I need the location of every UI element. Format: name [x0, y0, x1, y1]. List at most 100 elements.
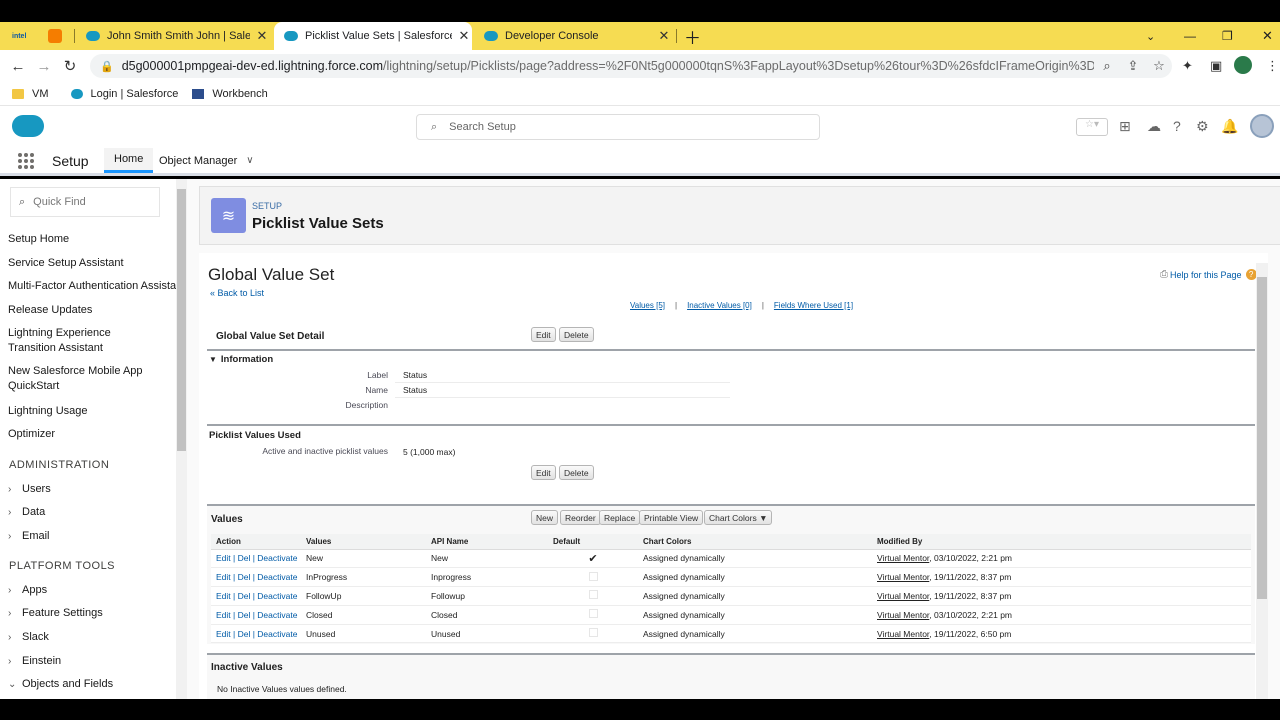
- sidebar-item-email[interactable]: › Email: [8, 529, 50, 544]
- chevron-down-icon[interactable]: ∨: [246, 155, 253, 166]
- sidebar-item-lightning-transition[interactable]: Lightning Experience Transition Assistan…: [8, 326, 158, 356]
- close-icon[interactable]: ✕: [456, 28, 472, 44]
- value-cell: InProgress: [301, 567, 426, 588]
- sidebar-item-service-setup-assistant[interactable]: Service Setup Assistant: [8, 256, 124, 271]
- del-link[interactable]: Del: [238, 591, 251, 601]
- sidebar-item-slack[interactable]: › Slack: [8, 630, 49, 645]
- tab-object-manager[interactable]: Object Manager ∨: [159, 148, 254, 173]
- edit-link[interactable]: Edit: [216, 610, 231, 620]
- sidebar-scrollbar-thumb[interactable]: [177, 189, 186, 451]
- intel-pinned-tab[interactable]: intel: [12, 22, 34, 50]
- sidebar-item-lightning-usage[interactable]: Lightning Usage: [8, 404, 88, 419]
- back-button[interactable]: ←: [5, 53, 31, 79]
- modified-by-cell: Virtual Mentor, 19/11/2022, 6:50 pm: [872, 624, 1251, 644]
- browser-menu-icon[interactable]: ⋮: [1266, 58, 1279, 74]
- sidebar-item-objects-and-fields[interactable]: ⌄ Objects and Fields: [8, 677, 113, 692]
- zoom-icon[interactable]: ⌕: [1094, 58, 1120, 74]
- tab-developer-console[interactable]: Developer Console ✕: [474, 22, 672, 50]
- close-icon[interactable]: ✕: [656, 28, 672, 44]
- inactive-values-related-link[interactable]: Inactive Values [0]: [687, 301, 752, 310]
- minimize-button[interactable]: —: [1184, 22, 1200, 50]
- sidebar-item-einstein[interactable]: › Einstein: [8, 654, 61, 669]
- frame-scrollbar-thumb[interactable]: [1257, 277, 1267, 599]
- trailhead-icon[interactable]: ☁: [1147, 118, 1161, 135]
- deactivate-link[interactable]: Deactivate: [257, 610, 297, 620]
- favorites-icon[interactable]: ☆▾: [1076, 118, 1108, 136]
- modified-by-user-link[interactable]: Virtual Mentor: [877, 553, 929, 563]
- edit-link[interactable]: Edit: [216, 591, 231, 601]
- user-avatar[interactable]: [1250, 114, 1274, 138]
- side-panel-icon[interactable]: ▣: [1210, 58, 1222, 74]
- salesforce-logo[interactable]: [12, 115, 44, 137]
- forward-button[interactable]: →: [31, 53, 57, 79]
- restore-button[interactable]: ❐: [1222, 22, 1238, 50]
- replace-button[interactable]: Replace: [599, 510, 641, 525]
- sidebar-item-mfa-assistant[interactable]: Multi-Factor Authentication Assistant: [8, 279, 185, 294]
- modified-by-user-link[interactable]: Virtual Mentor: [877, 572, 929, 582]
- close-window-button[interactable]: ✕: [1262, 22, 1278, 50]
- notifications-bell-icon[interactable]: 🔔: [1221, 118, 1238, 135]
- tab-picklist-value-sets[interactable]: Picklist Value Sets | Salesforce ✕: [274, 22, 472, 50]
- tab-search-icon[interactable]: ⌄: [1146, 22, 1162, 50]
- extensions-icon[interactable]: ✦: [1182, 58, 1193, 74]
- sidebar-item-optimizer[interactable]: Optimizer: [8, 427, 55, 442]
- tab-home[interactable]: Home: [104, 148, 154, 173]
- modified-by-user-link[interactable]: Virtual Mentor: [877, 610, 929, 620]
- help-for-page-link[interactable]: ⎙ Help for this Page ?: [1160, 269, 1257, 280]
- reorder-button[interactable]: Reorder: [560, 510, 601, 525]
- modified-by-user-link[interactable]: Virtual Mentor: [877, 591, 929, 601]
- sidebar-item-setup-home[interactable]: Setup Home: [8, 232, 69, 247]
- app-launcher-icon[interactable]: [18, 152, 34, 169]
- share-icon[interactable]: ⇪: [1120, 58, 1146, 74]
- deactivate-link[interactable]: Deactivate: [257, 572, 297, 582]
- information-section-header[interactable]: ▼ Information: [209, 354, 273, 365]
- edit-button[interactable]: Edit: [531, 465, 556, 480]
- printable-view-button[interactable]: Printable View: [639, 510, 704, 525]
- chart-colors-dropdown[interactable]: Chart Colors ▼: [704, 510, 773, 525]
- tab-john-smith[interactable]: John Smith Smith John | Salesforce ✕: [76, 22, 270, 50]
- sidebar-item-users[interactable]: › Users: [8, 482, 51, 497]
- default-cell: [548, 567, 638, 588]
- new-value-button[interactable]: New: [531, 510, 559, 525]
- bookmark-login-salesforce[interactable]: Login | Salesforce: [70, 88, 178, 100]
- deactivate-link[interactable]: Deactivate: [257, 591, 297, 601]
- del-link[interactable]: Del: [238, 572, 251, 582]
- blogger-pinned-tab[interactable]: [44, 22, 70, 50]
- help-icon[interactable]: ?: [1173, 118, 1181, 134]
- reload-button[interactable]: ↻: [57, 53, 83, 79]
- gear-icon[interactable]: ⚙: [1196, 118, 1209, 135]
- global-actions-icon[interactable]: ⊞: [1119, 118, 1131, 135]
- new-tab-button[interactable]: ＋: [684, 22, 702, 50]
- column-header-default: Default: [548, 534, 638, 550]
- address-bar[interactable]: 🔒 d5g000001pmpgeai-dev-ed.lightning.forc…: [90, 54, 1172, 78]
- modified-by-user-link[interactable]: Virtual Mentor: [877, 629, 929, 639]
- edit-button[interactable]: Edit: [531, 327, 556, 342]
- sidebar-item-apps[interactable]: › Apps: [8, 583, 47, 598]
- delete-button[interactable]: Delete: [559, 465, 594, 480]
- bookmark-vm[interactable]: VM: [12, 88, 49, 100]
- edit-link[interactable]: Edit: [216, 553, 231, 563]
- profile-avatar[interactable]: [1234, 56, 1252, 74]
- values-table: Action Values API Name Default Chart Col…: [211, 534, 1251, 644]
- sidebar-item-data[interactable]: › Data: [8, 505, 45, 520]
- sidebar-item-feature-settings[interactable]: › Feature Settings: [8, 606, 103, 621]
- deactivate-link[interactable]: Deactivate: [257, 629, 297, 639]
- del-link[interactable]: Del: [238, 629, 251, 639]
- bookmark-workbench[interactable]: Workbench: [192, 88, 268, 100]
- delete-button[interactable]: Delete: [559, 327, 594, 342]
- del-link[interactable]: Del: [238, 553, 251, 563]
- quick-find-input[interactable]: ⌕ Quick Find: [10, 187, 160, 217]
- values-related-link[interactable]: Values [5]: [630, 301, 665, 310]
- del-link[interactable]: Del: [238, 610, 251, 620]
- edit-link[interactable]: Edit: [216, 572, 231, 582]
- sidebar-item-release-updates[interactable]: Release Updates: [8, 303, 92, 318]
- deactivate-link[interactable]: Deactivate: [257, 553, 297, 563]
- edit-link[interactable]: Edit: [216, 629, 231, 639]
- sidebar-item-mobile-quickstart[interactable]: New Salesforce Mobile App QuickStart: [8, 364, 158, 394]
- modified-by-cell: Virtual Mentor, 03/10/2022, 2:21 pm: [872, 549, 1251, 569]
- fields-where-used-related-link[interactable]: Fields Where Used [1]: [774, 301, 853, 310]
- close-icon[interactable]: ✕: [254, 28, 270, 44]
- search-setup-input[interactable]: ⌕ Search Setup: [416, 114, 820, 140]
- bookmark-star-icon[interactable]: ☆: [1146, 58, 1172, 74]
- back-to-list-link[interactable]: « Back to List: [210, 288, 264, 298]
